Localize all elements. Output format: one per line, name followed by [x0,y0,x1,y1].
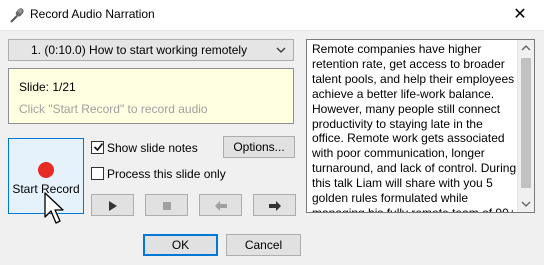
microphone-icon [10,8,24,23]
next-arrow-icon [269,201,281,211]
process-slide-only-checkbox[interactable] [91,167,104,180]
title-bar: Record Audio Narration ✕ [0,0,544,31]
slide-info-panel: Slide: 1/21 Click "Start Record" to reco… [8,68,294,124]
return-icon [215,201,227,211]
scroll-down-icon[interactable] [518,196,534,212]
next-button[interactable] [253,194,296,216]
cancel-button[interactable]: Cancel [226,234,301,256]
chevron-down-icon [276,47,286,53]
slide-notes-textarea[interactable]: Remote companies have higher retention r… [306,39,535,213]
process-slide-only-label[interactable]: Process this slide only [107,167,226,181]
record-dot-icon [38,162,54,178]
show-slide-notes-label[interactable]: Show slide notes [107,141,198,155]
options-button[interactable]: Options... [223,136,295,158]
play-button[interactable] [91,194,134,216]
scroll-thumb[interactable] [521,58,531,188]
play-icon [109,201,117,211]
stop-button[interactable] [145,194,188,216]
record-hint: Click "Start Record" to record audio [19,102,208,116]
window-title: Record Audio Narration [30,7,155,21]
return-button[interactable] [199,194,242,216]
scroll-up-icon[interactable] [518,40,534,56]
ok-button[interactable]: OK [143,234,218,256]
notes-scrollbar[interactable] [517,40,534,212]
stop-icon [163,202,171,210]
record-audio-narration-dialog: Record Audio Narration ✕ 1. (0:10.0) How… [0,0,544,265]
mouse-pointer-icon [44,192,64,224]
slide-select-dropdown[interactable]: 1. (0:10.0) How to start working remotel… [8,39,294,61]
slide-notes-text: Remote companies have higher retention r… [312,42,517,213]
checkmark-icon [93,143,104,152]
close-button[interactable]: ✕ [498,0,542,30]
slide-counter: Slide: 1/21 [19,80,76,94]
slide-select-value: 1. (0:10.0) How to start working remotel… [31,43,248,57]
show-slide-notes-checkbox[interactable] [91,141,104,154]
